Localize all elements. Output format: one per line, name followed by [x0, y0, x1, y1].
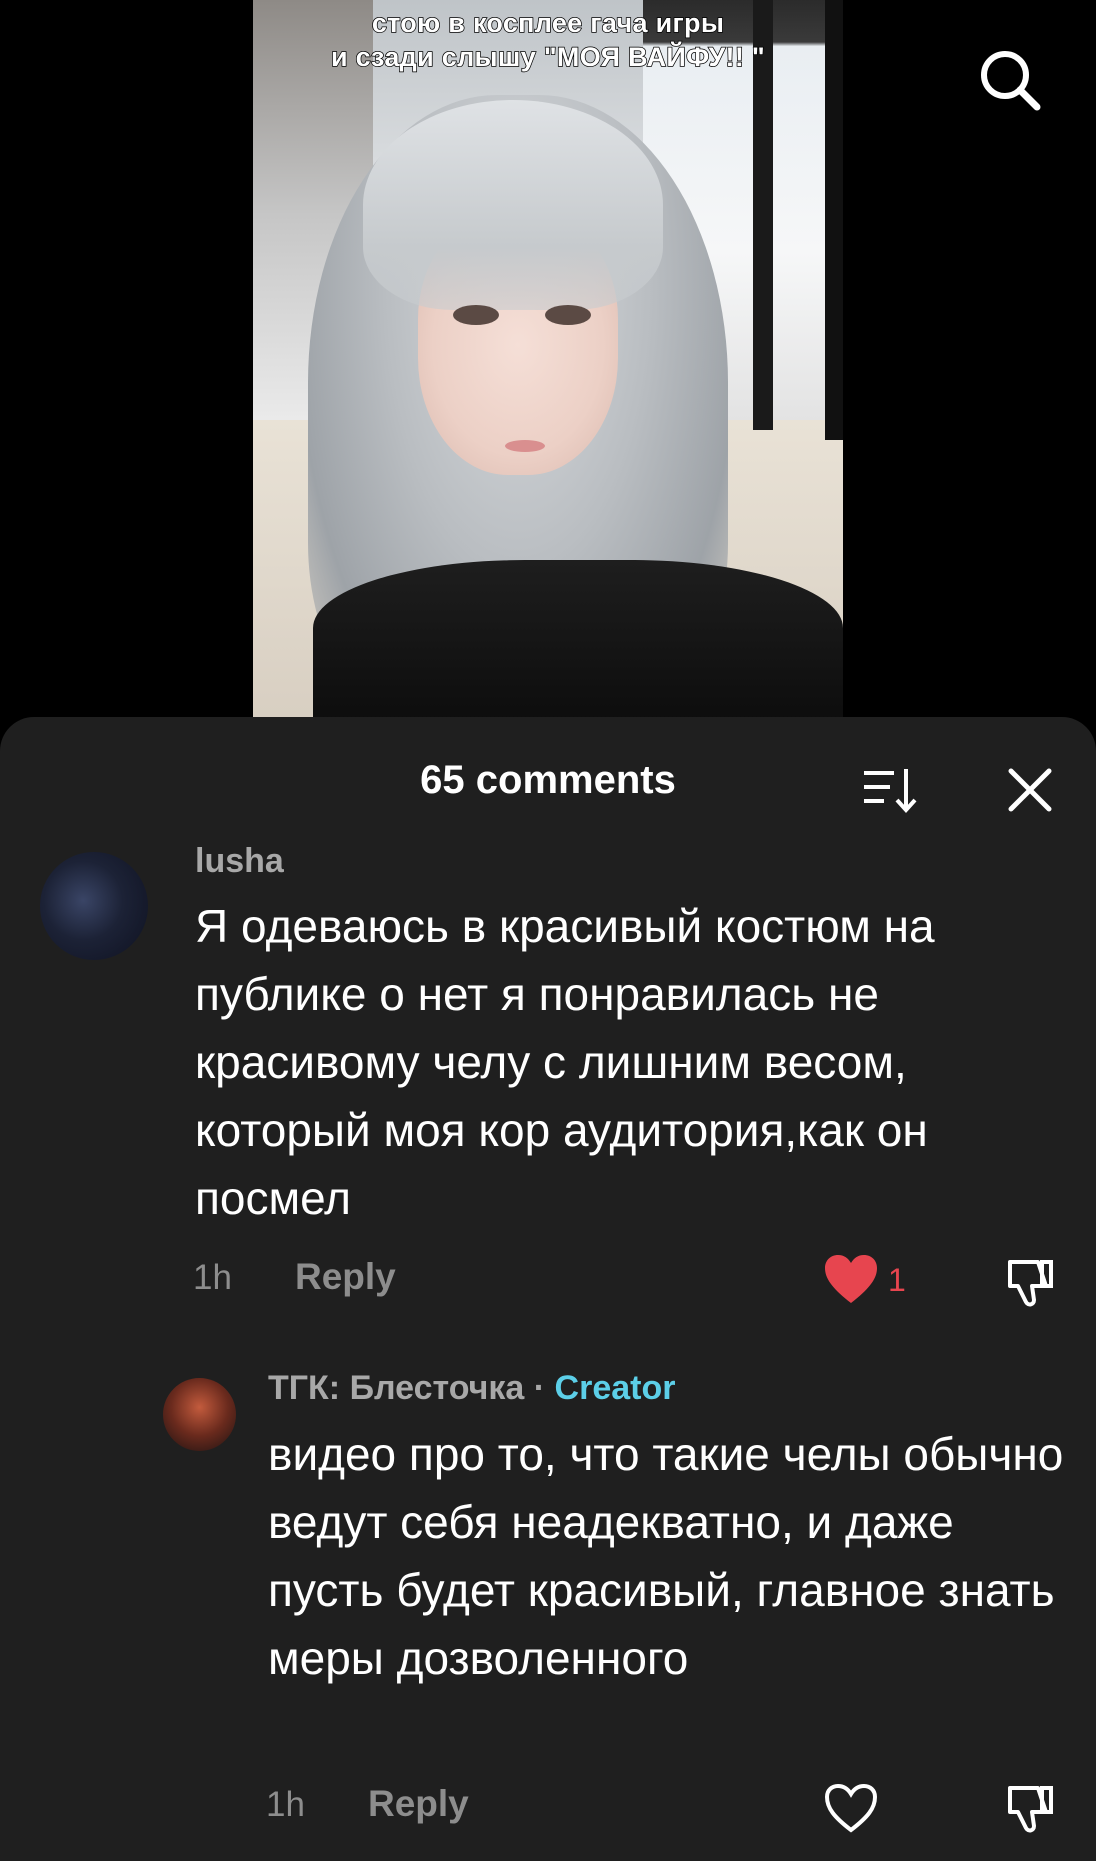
cosplayer-eye — [545, 305, 591, 325]
creator-badge: Creator — [554, 1369, 676, 1407]
comment-text: видео про то, что такие челы обычно веду… — [268, 1428, 1064, 1684]
comment-timestamp: 1h — [193, 1258, 232, 1297]
sort-icon[interactable] — [860, 765, 918, 815]
comment-text: Я одеваюсь в красивый костюм на публике … — [195, 900, 935, 1224]
comment-username[interactable]: ТГК: Блесточка — [268, 1369, 524, 1407]
like-count: 1 — [888, 1262, 906, 1298]
video-caption-line: и сзади слышу "МОЯ ВАЙФУ!! " — [330, 41, 766, 73]
avatar[interactable] — [163, 1378, 236, 1451]
cosplayer-lips — [505, 440, 545, 452]
cosplayer-eye — [453, 305, 499, 325]
cosplayer-outfit — [313, 560, 843, 718]
search-icon[interactable] — [975, 45, 1045, 115]
comment-username-line: ТГК: Блесточка · Creator — [268, 1369, 675, 1408]
comments-count-title: 65 comments — [420, 758, 676, 802]
video-caption: стою в косплее гача игры и сзади слышу "… — [253, 6, 843, 74]
reply-button[interactable]: Reply — [295, 1256, 396, 1298]
heart-icon[interactable] — [823, 1253, 879, 1305]
video-player[interactable]: стою в косплее гача игры и сзади слышу "… — [253, 0, 843, 718]
video-caption-line: стою в косплее гача игры — [371, 7, 725, 39]
reply-button[interactable]: Reply — [368, 1783, 469, 1825]
dislike-icon[interactable] — [1002, 1782, 1056, 1836]
username-separator: · — [533, 1369, 546, 1407]
dislike-icon[interactable] — [1002, 1256, 1056, 1310]
comment-timestamp: 1h — [266, 1785, 305, 1824]
cosplayer-bangs — [363, 100, 663, 310]
heart-outline-icon[interactable] — [823, 1782, 879, 1834]
comment-username[interactable]: lusha — [195, 842, 284, 881]
close-icon[interactable] — [1005, 765, 1055, 815]
avatar[interactable] — [40, 852, 148, 960]
